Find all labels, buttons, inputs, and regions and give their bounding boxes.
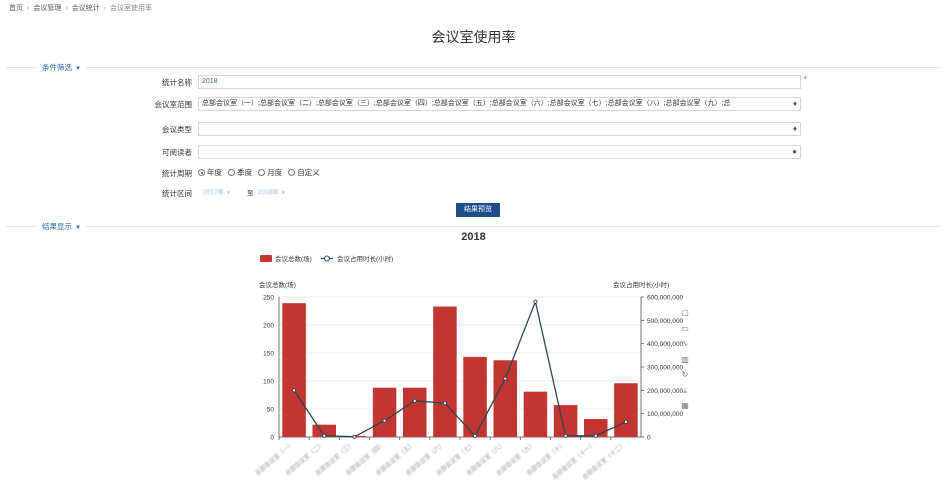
line-switch-icon[interactable]: ∿ — [678, 336, 692, 352]
y-tick-label: 100 — [263, 379, 274, 386]
line-point — [352, 434, 357, 439]
y-tick-label: 200 — [263, 323, 274, 330]
legend-bar-swatch — [260, 255, 272, 262]
y-right-axis-title: 会议占用时长(小时) — [613, 280, 669, 289]
line-point — [322, 433, 327, 438]
usage-chart: 0501001502002500100,000,000200,000,00030… — [253, 254, 684, 481]
bar — [282, 303, 306, 437]
bar — [372, 387, 397, 437]
restore-icon[interactable]: ↻ — [678, 367, 692, 383]
legend-bar-label: 会议总数(场) — [275, 254, 312, 263]
y-tick-label: 150 — [263, 351, 274, 358]
bar — [614, 383, 638, 437]
chart-toolbox: ▢ ▭ ∿ ▥ ↻ ⤓ ▦ — [678, 305, 692, 414]
line-point — [382, 418, 387, 423]
legend-line-marker — [324, 255, 330, 262]
line-point — [442, 401, 447, 406]
table-icon[interactable]: ▦ — [678, 398, 692, 414]
bar — [523, 391, 548, 437]
y-right-tick-label: 600,000,000 — [647, 295, 684, 302]
line-point — [292, 388, 297, 393]
line-point — [473, 433, 478, 438]
line-point — [533, 299, 538, 304]
bar — [463, 356, 487, 437]
line-point — [412, 398, 417, 403]
y-axis-title: 会议总数(场) — [259, 280, 296, 289]
y-tick-label: 0 — [270, 435, 274, 442]
y-tick-label: 250 — [263, 295, 274, 302]
line-point — [563, 433, 568, 438]
data-view-icon[interactable]: ▭ — [678, 321, 692, 337]
bar — [433, 306, 457, 437]
bar — [493, 360, 518, 437]
bar — [402, 387, 427, 437]
y-tick-label: 50 — [267, 407, 275, 414]
bar — [553, 405, 578, 437]
save-image-icon[interactable]: ⤓ — [678, 383, 692, 399]
line-point — [623, 419, 628, 424]
y-right-tick-label: 0 — [647, 435, 651, 442]
line-point — [593, 433, 598, 438]
line-point — [503, 376, 508, 381]
legend-line-label: 会议占用时长(小时) — [337, 254, 393, 263]
fullscreen-icon[interactable]: ▢ — [678, 305, 692, 321]
bar-switch-icon[interactable]: ▥ — [678, 352, 692, 368]
